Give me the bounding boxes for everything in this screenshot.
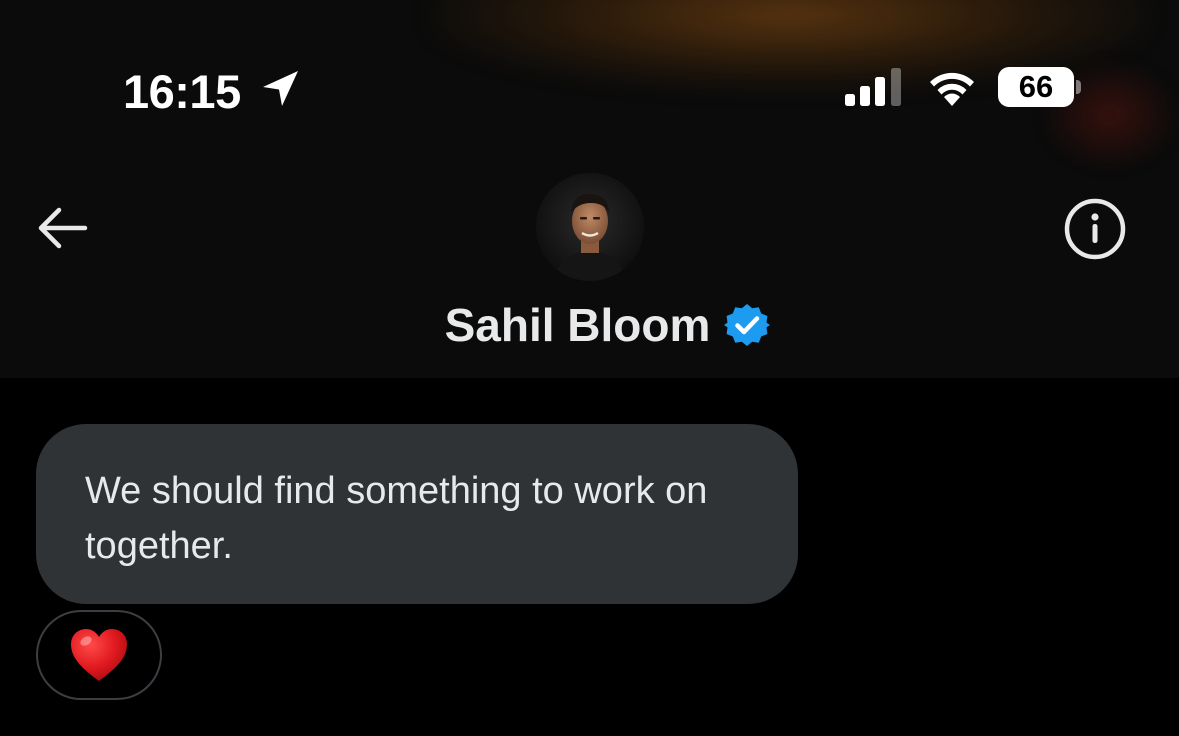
status-bar: 16:15 66 <box>0 0 1179 150</box>
user-name-row[interactable]: Sahil Bloom <box>0 294 1179 356</box>
location-arrow-icon <box>263 71 298 106</box>
battery-level: 66 <box>1018 69 1054 104</box>
message-bubble[interactable]: We should find something to work on toge… <box>36 424 798 604</box>
dm-conversation-screen: 16:15 66 Sahil Bloom We should find some… <box>0 0 1179 736</box>
message-text: We should find something to work on toge… <box>85 470 708 567</box>
red-heart-icon <box>71 629 127 681</box>
back-button[interactable] <box>26 196 96 260</box>
battery-body: 66 <box>998 67 1074 107</box>
avatar[interactable] <box>536 173 644 281</box>
battery-nub <box>1076 80 1081 94</box>
verified-badge-icon <box>724 304 771 346</box>
wifi-icon <box>930 72 974 106</box>
arrow-left-icon <box>38 207 88 249</box>
status-time: 16:15 <box>123 65 241 118</box>
conversation-info-button[interactable] <box>1058 194 1132 264</box>
profile-photo <box>536 173 644 281</box>
battery-icon: 66 <box>998 67 1082 107</box>
user-display-name[interactable]: Sahil Bloom <box>445 298 711 352</box>
header-area: 16:15 66 Sahil Bloom <box>0 0 1179 378</box>
message-reaction[interactable] <box>36 610 162 700</box>
cellular-signal-icon <box>845 68 901 106</box>
info-circle-icon <box>1064 198 1126 260</box>
